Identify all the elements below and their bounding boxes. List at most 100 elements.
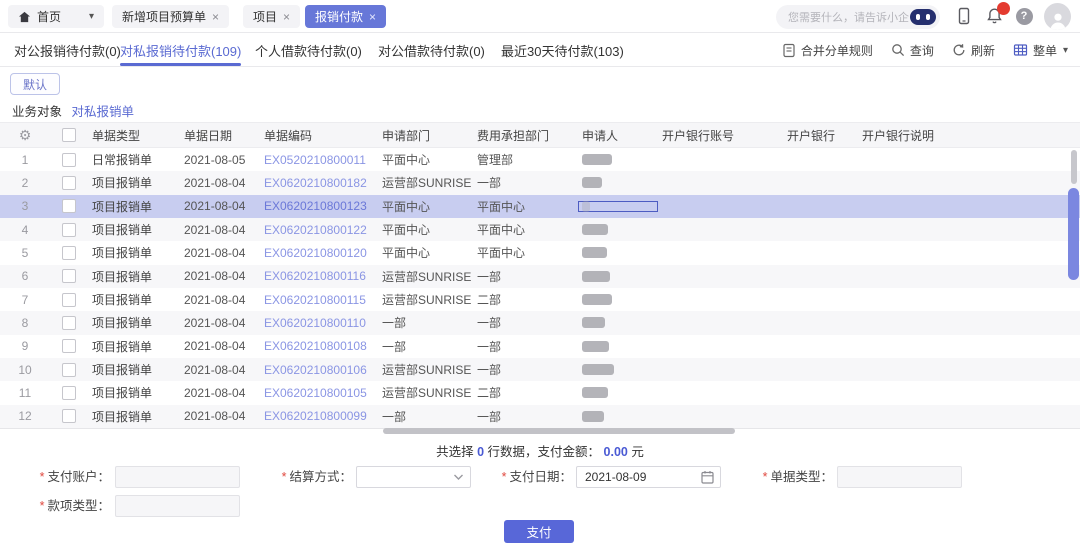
tab-personal-loan-pending[interactable]: 个人借款待付款(0) [255, 34, 362, 66]
doc-type-input[interactable] [837, 466, 962, 488]
table-row[interactable]: 10 项目报销单 2021-08-04 EX0620210800106 运营部S… [0, 358, 1080, 381]
pay-account-input[interactable] [115, 466, 240, 488]
robot-assistant-icon[interactable] [910, 9, 936, 25]
row-checkbox[interactable] [62, 409, 76, 423]
notification-bell-icon[interactable] [984, 6, 1004, 26]
cell-doc-code-link[interactable]: EX0620210800182 [260, 176, 378, 190]
cell-cost-dept: 一部 [473, 408, 578, 425]
cell-apply-dept: 一部 [378, 338, 473, 355]
cell-doc-code-link[interactable]: EX0620210800106 [260, 363, 378, 377]
table-row[interactable]: 3 项目报销单 2021-08-04 EX0620210800123 平面中心 … [0, 195, 1080, 218]
business-object-row: 业务对象 对私报销单 [12, 101, 134, 120]
table-row[interactable]: 12 项目报销单 2021-08-04 EX0620210800099 一部 一… [0, 405, 1080, 428]
cell-applicant [578, 341, 658, 352]
tab-project[interactable]: 项目 × [243, 5, 300, 28]
cell-cost-dept: 二部 [473, 291, 578, 308]
table-row[interactable]: 7 项目报销单 2021-08-04 EX0620210800115 运营部SU… [0, 288, 1080, 311]
row-checkbox[interactable] [62, 246, 76, 260]
row-checkbox[interactable] [62, 153, 76, 167]
vertical-scrollbar-secondary[interactable] [1071, 150, 1077, 184]
pay-date-input[interactable]: 2021-08-09 [576, 466, 721, 488]
close-icon[interactable]: × [283, 11, 290, 23]
table-row[interactable]: 8 项目报销单 2021-08-04 EX0620210800110 一部 一部 [0, 311, 1080, 334]
pay-button[interactable]: 支付 [504, 520, 574, 543]
table-row[interactable]: 11 项目报销单 2021-08-04 EX0620210800105 运营部S… [0, 381, 1080, 404]
row-checkbox[interactable] [62, 269, 76, 283]
tab-new-project-budget[interactable]: 新增项目预算单 × [112, 5, 229, 28]
tab-label: 对公报销待付款(0) [14, 41, 121, 60]
required-marker: * [40, 499, 45, 513]
cell-doc-date: 2021-08-05 [180, 153, 260, 167]
row-checkbox[interactable] [62, 316, 76, 330]
default-filter-button[interactable]: 默认 [10, 73, 60, 95]
cell-doc-code-link[interactable]: EX0620210800115 [260, 293, 378, 307]
cell-cost-dept: 平面中心 [473, 221, 578, 238]
tab-private-reimb-pending[interactable]: 对私报销待付款(109) [120, 34, 241, 66]
tab-corporate-loan-pending[interactable]: 对公借款待付款(0) [378, 34, 485, 66]
row-number: 12 [0, 409, 50, 423]
cell-doc-code-link[interactable]: EX0620210800105 [260, 386, 378, 400]
select-all-checkbox[interactable] [62, 128, 76, 142]
mobile-phone-icon[interactable] [954, 6, 974, 26]
redacted-name [582, 224, 608, 235]
cell-applicant [578, 411, 658, 422]
row-checkbox[interactable] [62, 363, 76, 377]
tab-last-30-days-pending[interactable]: 最近30天待付款(103) [501, 34, 624, 66]
col-bank-account: 开户银行账号 [658, 127, 783, 144]
table-row[interactable]: 2 项目报销单 2021-08-04 EX0620210800182 运营部SU… [0, 171, 1080, 194]
tab-label: 对公借款待付款(0) [378, 41, 485, 60]
calendar-icon[interactable] [701, 470, 714, 487]
table-row[interactable]: 5 项目报销单 2021-08-04 EX0620210800120 平面中心 … [0, 241, 1080, 264]
row-checkbox[interactable] [62, 223, 76, 237]
tab-reimbursement-payment[interactable]: 报销付款 × [305, 5, 386, 28]
row-checkbox[interactable] [62, 176, 76, 190]
whole-order-button[interactable]: 整单 ▾ [1013, 42, 1068, 59]
table-row[interactable]: 9 项目报销单 2021-08-04 EX0620210800108 一部 一部 [0, 335, 1080, 358]
cell-doc-code-link[interactable]: EX0620210800110 [260, 316, 378, 330]
summary-middle: 行数据，支付金额： [488, 445, 601, 459]
cell-doc-date: 2021-08-04 [180, 363, 260, 377]
cell-doc-code-link[interactable]: EX0620210800116 [260, 269, 378, 283]
close-icon[interactable]: × [369, 11, 376, 23]
table-row[interactable]: 6 项目报销单 2021-08-04 EX0620210800116 运营部SU… [0, 265, 1080, 288]
redacted-name [582, 411, 604, 422]
cell-doc-code-link[interactable]: EX0620210800108 [260, 339, 378, 353]
row-number: 3 [0, 199, 50, 213]
row-checkbox[interactable] [62, 339, 76, 353]
tab-label: 对私报销待付款(109) [120, 41, 241, 60]
home-caret-icon[interactable]: ▾ [89, 11, 94, 22]
horizontal-scrollbar[interactable] [383, 428, 735, 434]
table-row[interactable]: 1 日常报销单 2021-08-05 EX0520210800011 平面中心 … [0, 148, 1080, 171]
business-object-link[interactable]: 对私报销单 [72, 105, 135, 119]
fund-type-input[interactable] [115, 495, 240, 517]
close-icon[interactable]: × [212, 11, 219, 23]
refresh-button[interactable]: 刷新 [952, 42, 995, 59]
cell-doc-code-link[interactable]: EX0520210800011 [260, 153, 378, 167]
cell-doc-code-link[interactable]: EX0620210800122 [260, 223, 378, 237]
cell-doc-date: 2021-08-04 [180, 223, 260, 237]
table-body: 1 日常报销单 2021-08-05 EX0520210800011 平面中心 … [0, 148, 1080, 428]
cell-doc-code-link[interactable]: EX0620210800123 [260, 199, 378, 213]
tab-home[interactable]: 首页 ▾ [8, 5, 104, 28]
cell-doc-code-link[interactable]: EX0620210800120 [260, 246, 378, 260]
home-icon [18, 11, 31, 23]
cell-cost-dept: 一部 [473, 314, 578, 331]
selection-summary: 共选择 0 行数据，支付金额： 0.00 元 [0, 441, 1080, 460]
assistant-search-input[interactable]: 您需要什么，请告诉小企 [776, 5, 940, 29]
user-avatar[interactable] [1044, 3, 1071, 30]
table-row[interactable]: 4 项目报销单 2021-08-04 EX0620210800122 平面中心 … [0, 218, 1080, 241]
search-placeholder: 您需要什么，请告诉小企 [788, 9, 910, 25]
help-icon[interactable]: ? [1014, 6, 1034, 26]
row-number: 6 [0, 269, 50, 283]
tab-corporate-reimb-pending[interactable]: 对公报销待付款(0) [14, 34, 121, 66]
settle-method-select[interactable] [356, 466, 471, 488]
row-checkbox[interactable] [62, 293, 76, 307]
vertical-scrollbar[interactable] [1068, 188, 1079, 280]
row-checkbox[interactable] [62, 199, 76, 213]
merge-split-rule-button[interactable]: 合并分单规则 [782, 42, 873, 59]
column-settings-gear-icon[interactable]: ⚙ [19, 128, 32, 143]
query-button[interactable]: 查询 [891, 42, 934, 59]
fund-type-label: *款项类型： [0, 495, 110, 517]
row-checkbox[interactable] [62, 386, 76, 400]
cell-doc-code-link[interactable]: EX0620210800099 [260, 409, 378, 423]
